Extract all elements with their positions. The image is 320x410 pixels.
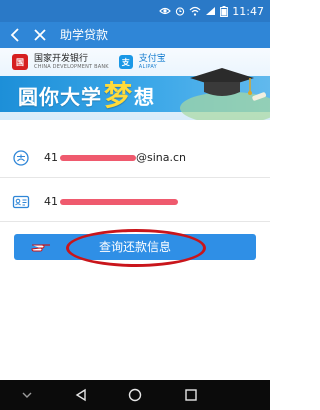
id-card-icon: [12, 195, 30, 209]
recents-icon[interactable]: [184, 388, 198, 402]
slogan-part1: 圆你大学: [18, 85, 102, 109]
query-button-label: 查询还款信息: [98, 240, 171, 254]
email-row[interactable]: 41 @sina.cn: [0, 138, 270, 178]
status-time: 11:47: [232, 4, 264, 18]
email-suffix: @sina.cn: [136, 151, 187, 164]
id-row[interactable]: 41: [0, 182, 270, 222]
signal-icon: [206, 7, 216, 15]
cdb-name-block: 国家开发银行 CHINA DEVELOPMENT BANK: [34, 54, 109, 70]
partner-logos: 国 国家开发银行 CHINA DEVELOPMENT BANK 支 支付宝 AL…: [12, 54, 166, 70]
banner-slogan: 圆你大学 梦 想: [18, 80, 154, 110]
id-prefix: 41: [44, 195, 58, 208]
status-bar: 11:47: [0, 0, 270, 22]
email-prefix: 41: [44, 151, 58, 164]
close-icon[interactable]: [32, 27, 48, 43]
home-icon[interactable]: [128, 388, 142, 402]
back-icon[interactable]: [74, 388, 88, 402]
cdb-name-en: CHINA DEVELOPMENT BANK: [34, 64, 109, 70]
id-redaction: [60, 199, 178, 205]
wifi-icon: [189, 6, 201, 16]
title-bar: 助学贷款: [0, 22, 270, 48]
slogan-highlight: 梦: [104, 79, 133, 112]
query-repayment-button[interactable]: 查询还款信息: [14, 234, 256, 260]
system-nav-bar: [0, 380, 270, 410]
alipay-logo-icon: 支: [118, 55, 133, 69]
email-redaction: [60, 155, 136, 161]
status-icons: 11:47: [159, 4, 264, 18]
battery-icon: [220, 5, 229, 17]
slogan-part2: 想: [134, 85, 155, 109]
cdb-logo-icon: 国: [12, 54, 28, 70]
back-arrow-icon[interactable]: [8, 27, 24, 43]
banner: 国 国家开发银行 CHINA DEVELOPMENT BANK 支 支付宝 AL…: [0, 48, 270, 120]
eye-icon: [159, 7, 172, 15]
graduation-art-icon: [180, 68, 270, 120]
row-divider: [0, 221, 270, 222]
row-divider: [0, 177, 270, 178]
alipay-account-icon: [13, 150, 29, 166]
collapse-icon[interactable]: [20, 388, 34, 402]
alarm-icon: [176, 7, 185, 16]
page-title: 助学贷款: [60, 28, 109, 42]
cdb-name: 国家开发银行: [34, 54, 89, 64]
